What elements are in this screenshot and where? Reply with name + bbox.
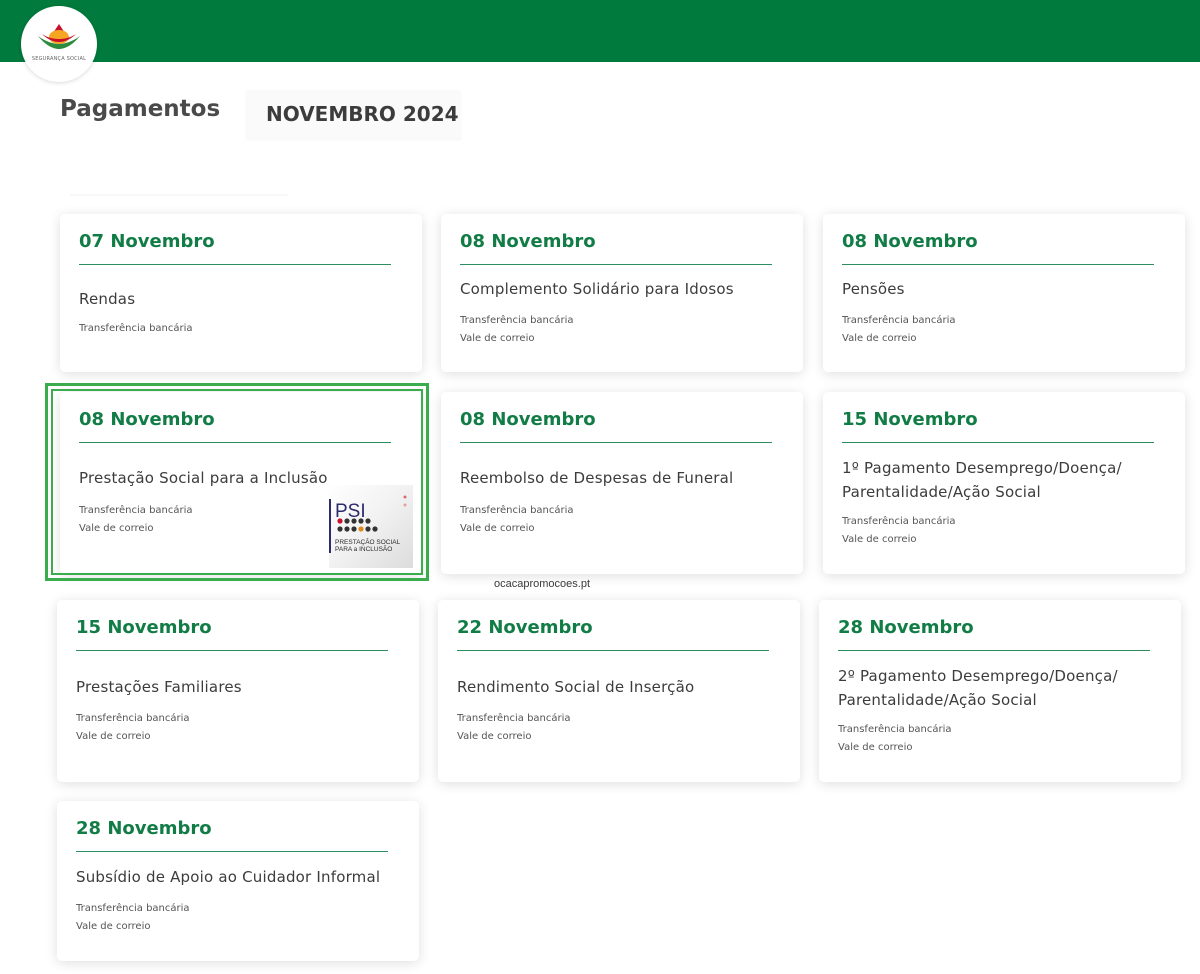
divider <box>70 194 288 196</box>
card-date: 08 Novembro <box>842 231 978 252</box>
card-divider <box>838 650 1150 651</box>
month-label: NOVEMBRO 2024 <box>266 102 459 126</box>
psi-line-2: PARA a INCLUSÃO <box>335 544 392 553</box>
payment-card[interactable]: 08 Novembro Pensões Transferência bancár… <box>823 214 1185 372</box>
card-date: 15 Novembro <box>842 409 978 430</box>
card-divider <box>460 264 772 265</box>
card-title: Pensões <box>842 280 905 298</box>
card-title: Subsídio de Apoio ao Cuidador Informal <box>76 868 381 886</box>
payment-methods: Transferência bancária Vale de correio <box>76 713 190 742</box>
payment-card[interactable]: 15 Novembro Prestações Familiares Transf… <box>57 600 419 782</box>
payment-methods: Transferência bancária Vale de correio <box>838 724 952 753</box>
card-title: 2º Pagamento Desemprego/Doença/ Parental… <box>838 667 1118 709</box>
card-divider <box>79 264 391 265</box>
page-title: Pagamentos <box>60 96 221 122</box>
card-divider <box>76 650 388 651</box>
logo-emblem-icon <box>38 24 80 49</box>
payment-card[interactable]: 08 Novembro Complemento Solidário para I… <box>441 214 803 372</box>
card-date: 07 Novembro <box>79 231 215 252</box>
payment-methods: Transferência bancária Vale de correio <box>460 315 574 344</box>
card-title: Complemento Solidário para Idosos <box>460 280 734 298</box>
payment-card[interactable]: 08 Novembro Reembolso de Despesas de Fun… <box>441 392 803 574</box>
card-date: 28 Novembro <box>838 617 974 638</box>
card-date: 22 Novembro <box>457 617 593 638</box>
card-title: Prestações Familiares <box>76 678 242 696</box>
card-title: Reembolso de Despesas de Funeral <box>460 469 734 487</box>
payment-methods: Transferência bancária Vale de correio <box>842 516 956 545</box>
payment-card[interactable]: 28 Novembro 2º Pagamento Desemprego/Doen… <box>819 600 1181 782</box>
card-title: Rendimento Social de Inserção <box>457 678 695 696</box>
card-title: Rendas <box>79 290 136 308</box>
payment-card[interactable]: 15 Novembro 1º Pagamento Desemprego/Doen… <box>823 392 1185 574</box>
payment-methods: Transferência bancária <box>79 323 193 334</box>
watermark-text: ocacapromocoes.pt <box>494 578 590 590</box>
card-divider <box>76 851 388 852</box>
card-divider <box>842 442 1154 443</box>
payment-methods: Transferência bancária Vale de correio <box>76 903 190 932</box>
payment-methods: Transferência bancária Vale de correio <box>842 315 956 344</box>
card-date: 15 Novembro <box>76 617 212 638</box>
top-bar <box>0 0 1200 62</box>
payment-card[interactable]: 07 Novembro Rendas Transferência bancári… <box>60 214 422 372</box>
payment-methods: Transferência bancária Vale de correio <box>457 713 571 742</box>
card-date: 28 Novembro <box>76 818 212 839</box>
psi-line-1: PRESTAÇÃO SOCIAL <box>335 537 401 546</box>
payment-card[interactable]: 28 Novembro Subsídio de Apoio ao Cuidado… <box>57 801 419 961</box>
card-title: 1º Pagamento Desemprego/Doença/ Parental… <box>842 459 1122 501</box>
card-divider <box>460 442 772 443</box>
logo-text: SEGURANÇA SOCIAL <box>31 56 87 62</box>
payment-methods: Transferência bancária Vale de correio <box>460 505 574 534</box>
payment-card[interactable]: 22 Novembro Rendimento Social de Inserçã… <box>438 600 800 782</box>
card-divider <box>457 650 769 651</box>
psi-logo: PSI PRESTAÇÃO SOCIAL PARA a INCLUSÃO <box>329 485 413 568</box>
seguranca-social-logo[interactable]: SEGURANÇA SOCIAL <box>21 6 97 82</box>
card-date: 08 Novembro <box>460 409 596 430</box>
card-divider <box>842 264 1154 265</box>
card-date: 08 Novembro <box>460 231 596 252</box>
